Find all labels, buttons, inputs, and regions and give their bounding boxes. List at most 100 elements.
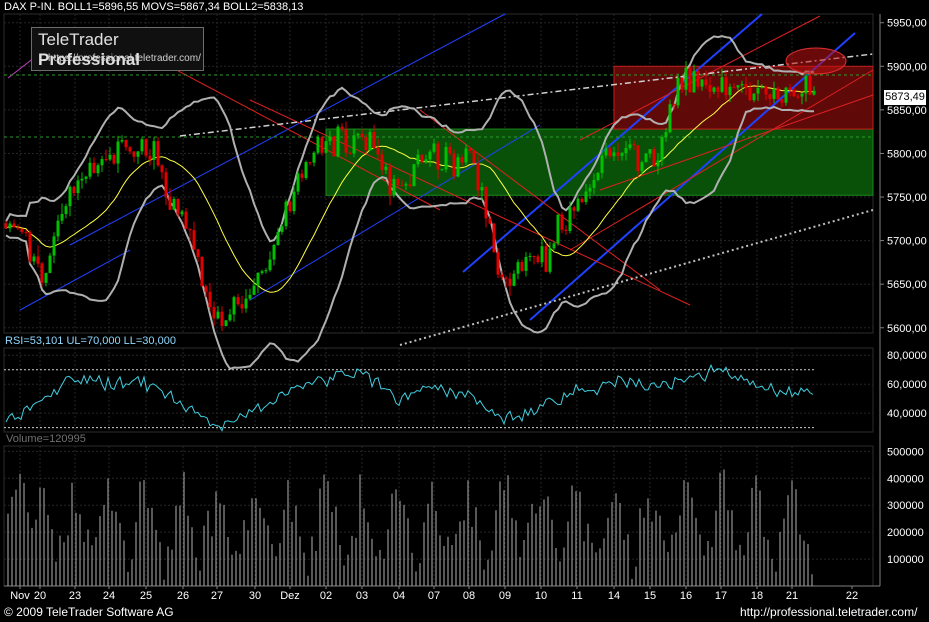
- candle-body: [556, 214, 560, 244]
- candle-body: [564, 229, 568, 231]
- candle-body: [768, 94, 772, 99]
- candle-body: [364, 137, 368, 151]
- price-tick-label: 5800,00: [887, 148, 927, 160]
- price-axis: 5950,00 5900,00 5850,00 5800,00 5750,00 5700,…: [880, 18, 927, 335]
- candle-body: [508, 278, 512, 286]
- time-tick-label: 07: [428, 590, 440, 602]
- candle-body: [660, 136, 664, 161]
- candle-body: [324, 141, 328, 153]
- time-tick-label: 16: [680, 590, 692, 602]
- candle-body: [760, 86, 764, 88]
- time-tick-label: 03: [356, 590, 368, 602]
- candle-body: [652, 149, 656, 167]
- candle-body: [144, 139, 148, 156]
- candle-body: [716, 87, 720, 92]
- candle-body: [788, 87, 792, 90]
- candle-body: [740, 84, 744, 86]
- candle-body: [752, 93, 756, 101]
- candle-body: [572, 207, 576, 211]
- time-tick-label: 24: [103, 590, 115, 602]
- candle-body: [168, 196, 172, 210]
- candle-body: [484, 187, 488, 219]
- candle-body: [32, 256, 36, 262]
- candle-body: [704, 79, 708, 86]
- rsi-tick-label: 40,0000: [887, 408, 927, 420]
- candle-body: [568, 207, 572, 231]
- candle-body: [8, 223, 12, 229]
- boll1-label: BOLL1=5896,55: [57, 1, 139, 13]
- candle-body: [372, 132, 376, 149]
- candle-body: [88, 162, 92, 177]
- candle-body: [684, 67, 688, 90]
- footer-url[interactable]: http://professional.teletrader.com/: [740, 605, 917, 619]
- candle-body: [636, 145, 640, 172]
- candle-body: [700, 79, 704, 87]
- candle-body: [696, 71, 700, 87]
- candle-body: [60, 213, 64, 221]
- candle-body: [772, 88, 776, 99]
- green-zone: [325, 128, 874, 196]
- candle-body: [264, 270, 268, 272]
- candle-body: [132, 151, 136, 157]
- candle-body: [728, 86, 732, 96]
- time-tick-label: 10: [535, 590, 547, 602]
- time-tick-label: 21: [786, 590, 798, 602]
- candle-body: [100, 159, 104, 166]
- candle-body: [68, 186, 72, 207]
- candle-body: [28, 232, 32, 262]
- price-tick-label: 5750,00: [887, 192, 927, 204]
- volume-tick-label: 500000: [887, 446, 924, 458]
- candle-body: [16, 227, 20, 229]
- candle-body: [804, 75, 808, 94]
- time-tick-label: 25: [140, 590, 152, 602]
- movs-label: MOVS=5867,34: [141, 1, 220, 13]
- candle-body: [76, 180, 80, 194]
- candle-body: [476, 163, 480, 191]
- candle-body: [336, 126, 340, 157]
- candle-body: [528, 255, 532, 257]
- candle-body: [232, 297, 236, 315]
- copyright-text: © 2009 TeleTrader Software AG: [4, 605, 174, 619]
- candle-body: [512, 273, 516, 286]
- candle-body: [792, 89, 796, 97]
- candle-body: [524, 256, 528, 271]
- price-tick-label: 5700,00: [887, 236, 927, 248]
- time-tick-label: 20: [34, 590, 46, 602]
- candle-body: [136, 151, 140, 157]
- candle-body: [732, 86, 736, 88]
- time-tick-label: 02: [320, 590, 332, 602]
- candle-body: [480, 187, 484, 191]
- price-tick-label: 5650,00: [887, 279, 927, 291]
- candle-body: [72, 186, 76, 194]
- candle-body: [160, 165, 164, 173]
- target-ellipse: [785, 47, 847, 75]
- candle-body: [808, 75, 812, 95]
- candle-body: [124, 140, 128, 148]
- candle-body: [300, 173, 304, 178]
- candle-body: [64, 206, 68, 214]
- candle-body: [596, 172, 600, 181]
- candle-body: [332, 136, 336, 157]
- candle-body: [12, 223, 16, 228]
- candle-body: [224, 320, 228, 327]
- candle-body: [488, 218, 492, 224]
- candle-body: [196, 249, 200, 257]
- candle-body: [340, 126, 344, 130]
- candle-body: [612, 152, 616, 157]
- candle-body: [720, 77, 724, 92]
- candle-body: [492, 223, 496, 253]
- candle-body: [288, 201, 292, 212]
- candle-body: [500, 274, 504, 278]
- candle-body: [680, 77, 684, 90]
- candle-body: [444, 147, 448, 170]
- candle-body: [80, 178, 84, 181]
- candle-body: [404, 184, 408, 186]
- candle-body: [112, 154, 116, 164]
- time-tick-label: Dez: [280, 590, 300, 602]
- candle-body: [48, 255, 52, 273]
- candle-body: [284, 201, 288, 227]
- candle-body: [516, 262, 520, 274]
- candle-body: [128, 147, 132, 152]
- time-tick-label: 17: [715, 590, 727, 602]
- candle-body: [4, 223, 8, 229]
